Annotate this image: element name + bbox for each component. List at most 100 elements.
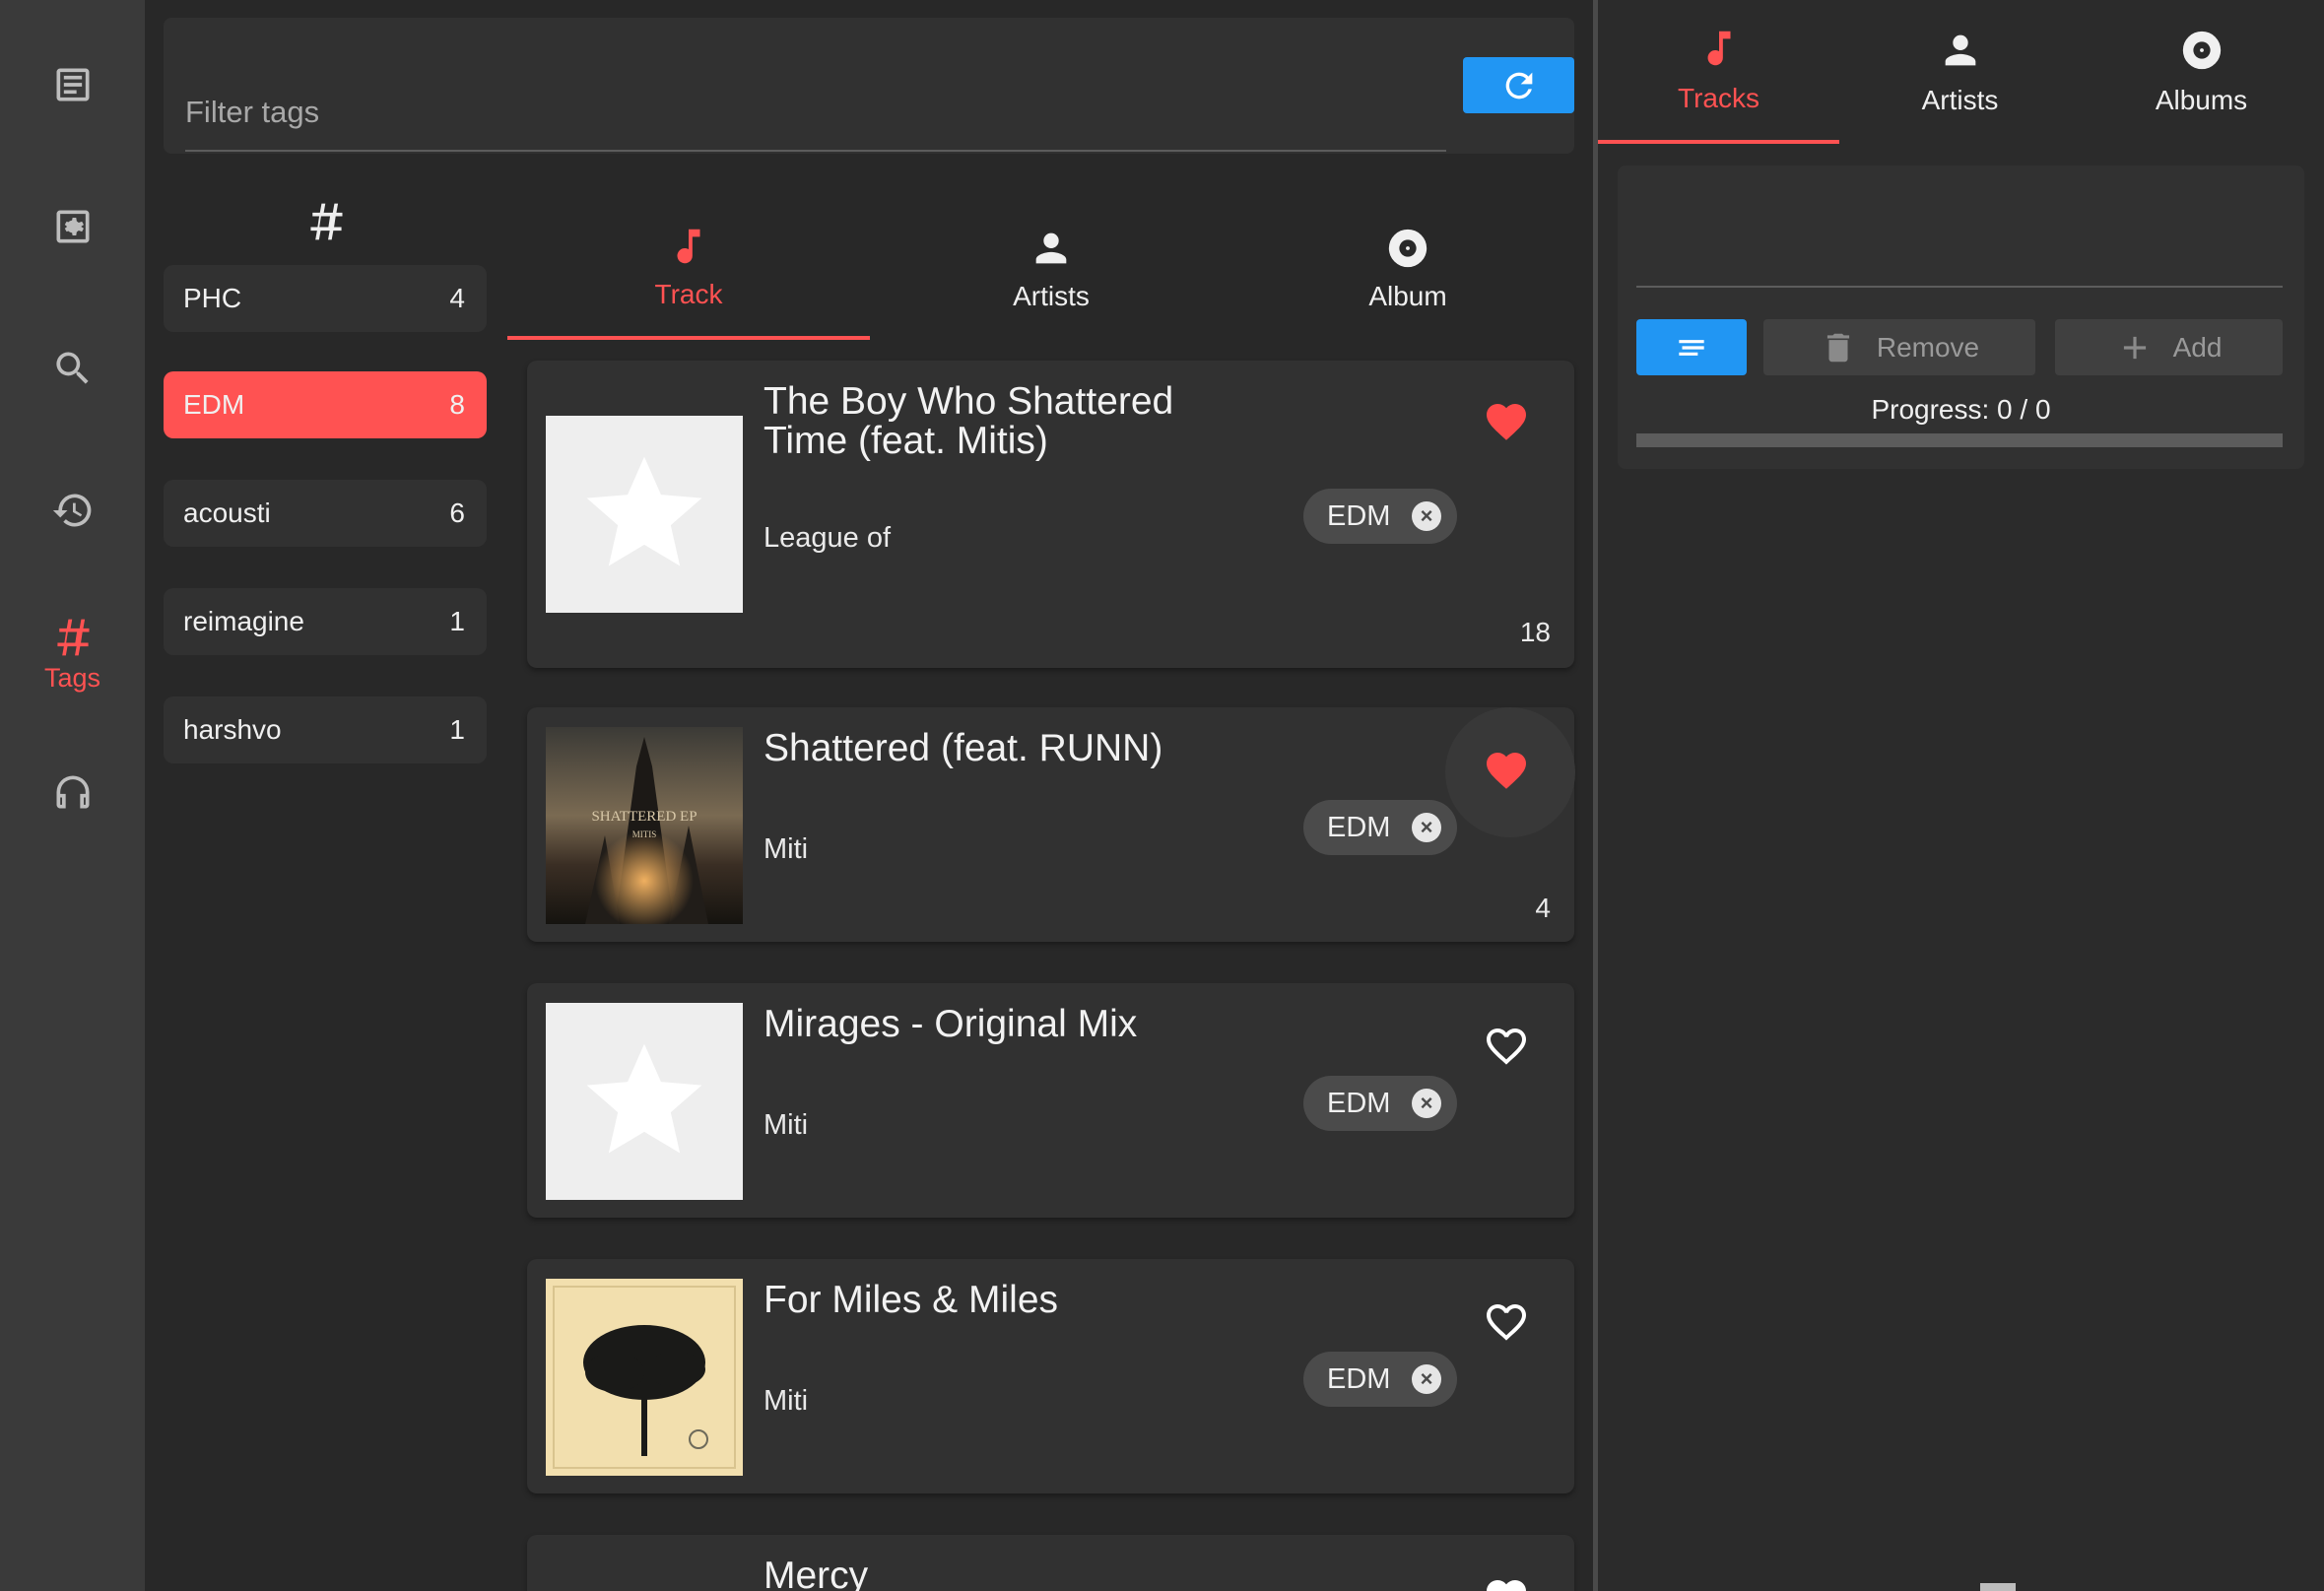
tab-tracks[interactable]: Tracks <box>1598 0 1839 144</box>
play-count: 4 <box>1535 893 1551 923</box>
tag-chip: EDM × <box>1303 1352 1457 1407</box>
track-title[interactable]: The Boy Who Shattered Time (feat. Mitis) <box>764 382 1187 461</box>
album-cover <box>546 1279 743 1476</box>
album-cover: SHATTERED EP MITIS <box>546 727 743 924</box>
track-title[interactable]: Mirages - Original Mix <box>764 1005 1276 1044</box>
tag-count: 1 <box>449 606 465 636</box>
heart-outline-icon <box>1487 1304 1526 1341</box>
disc-icon <box>2182 31 2221 70</box>
heart-filled-icon <box>1487 404 1526 440</box>
queue-card: Remove Add Progress: 0 / 0 <box>1618 166 2304 469</box>
tag-item-edm[interactable]: EDM 8 <box>164 371 487 438</box>
like-button[interactable] <box>1483 1574 1530 1591</box>
disc-icon <box>1388 229 1428 267</box>
nav-search[interactable] <box>0 309 145 428</box>
track-card[interactable]: Mirages - Original Mix Miti EDM × <box>527 983 1574 1218</box>
tag-name: reimagine <box>183 606 304 636</box>
track-card[interactable]: Mercy <box>527 1535 1574 1591</box>
tag-item-harshvo[interactable]: harshvo 1 <box>164 696 487 763</box>
music-note-icon <box>1707 31 1730 66</box>
track-card[interactable]: For Miles & Miles Miti EDM × <box>527 1259 1574 1493</box>
tag-chip-label: EDM <box>1327 1362 1391 1395</box>
nav-history[interactable] <box>0 451 145 569</box>
person-icon <box>1945 34 1975 66</box>
track-card[interactable]: The Boy Who Shattered Time (feat. Mitis)… <box>527 361 1574 668</box>
shattered-ep-artwork: SHATTERED EP MITIS <box>546 727 743 924</box>
tab-artists-label: Artists <box>1921 85 1999 115</box>
tag-chip-label: EDM <box>1327 811 1391 843</box>
nav-headphones[interactable] <box>0 733 145 851</box>
tag-count: 8 <box>449 389 465 420</box>
sort-icon <box>1679 339 1704 356</box>
tab-artists[interactable]: Artists <box>1839 0 2081 144</box>
tag-list: PHC 4 EDM 8 acousti 6 reimagine 1 harshv… <box>164 187 489 763</box>
album-cover <box>546 1003 743 1200</box>
tab-track[interactable]: Track <box>507 197 870 340</box>
track-artist[interactable]: League of <box>764 522 891 555</box>
track-title[interactable]: Shattered (feat. RUNN) <box>764 729 1187 768</box>
sort-button[interactable] <box>1636 319 1747 375</box>
queue-input[interactable] <box>1636 175 2283 288</box>
tag-name: EDM <box>183 389 245 420</box>
like-button[interactable] <box>1483 1023 1530 1070</box>
hash-icon <box>56 619 89 655</box>
heart-outline-icon <box>1487 1028 1526 1065</box>
track-title[interactable]: Mercy <box>764 1557 1187 1591</box>
tab-albums[interactable]: Albums <box>2081 0 2322 144</box>
music-note-icon <box>677 229 700 263</box>
tab-track-label: Track <box>654 278 723 309</box>
refresh-icon <box>1505 72 1532 99</box>
tag-chip: EDM × <box>1303 800 1457 855</box>
like-button[interactable] <box>1483 747 1530 794</box>
track-title[interactable]: For Miles & Miles <box>764 1281 1276 1320</box>
filter-tags-input[interactable] <box>185 67 1446 152</box>
cover-artist-text: MITIS <box>632 829 657 839</box>
tag-chip-label: EDM <box>1327 1087 1391 1119</box>
track-artist[interactable]: Miti <box>764 1385 808 1418</box>
heart-filled-icon <box>1487 753 1526 789</box>
tag-item-phc[interactable]: PHC 4 <box>164 265 487 332</box>
nav-document[interactable] <box>0 26 145 144</box>
document-icon <box>56 68 89 101</box>
remove-tag-icon[interactable]: × <box>1412 813 1441 842</box>
track-artist[interactable]: Miti <box>764 1109 808 1142</box>
remove-tag-icon[interactable]: × <box>1412 1364 1441 1394</box>
track-artist[interactable]: Miti <box>764 833 808 866</box>
remove-tag-icon[interactable]: × <box>1412 1089 1441 1118</box>
star-placeholder-icon <box>586 1043 702 1154</box>
tag-chip: EDM × <box>1303 1076 1457 1131</box>
tag-item-acousti[interactable]: acousti 6 <box>164 480 487 547</box>
tree-artwork <box>546 1279 743 1476</box>
remove-tag-icon[interactable]: × <box>1412 501 1441 531</box>
tab-album[interactable]: Album <box>1227 197 1589 340</box>
progress-bar <box>1636 433 2283 447</box>
nav-tags[interactable]: Tags <box>0 595 145 713</box>
nav-settings[interactable] <box>0 167 145 286</box>
plus-icon <box>2123 336 2146 359</box>
tag-chip: EDM × <box>1303 489 1457 544</box>
like-button[interactable] <box>1483 1298 1530 1346</box>
scrollbar-thumb[interactable] <box>1980 1583 2016 1591</box>
tab-albums-label: Albums <box>2155 85 2248 115</box>
person-icon <box>1035 232 1067 263</box>
tag-count: 4 <box>449 283 465 313</box>
remove-button[interactable]: Remove <box>1763 319 2035 375</box>
filter-card <box>164 18 1574 154</box>
tag-name: acousti <box>183 497 271 528</box>
trash-icon <box>1826 333 1849 362</box>
headphones-icon <box>56 775 89 809</box>
settings-box-icon <box>56 210 89 243</box>
play-count: 18 <box>1519 617 1551 647</box>
refresh-button[interactable] <box>1463 57 1574 113</box>
history-icon <box>52 494 91 527</box>
tags-view: PHC 4 EDM 8 acousti 6 reimagine 1 harshv… <box>145 0 1593 1591</box>
tag-count: 6 <box>449 497 465 528</box>
add-button[interactable]: Add <box>2055 319 2283 375</box>
track-card[interactable]: SHATTERED EP MITIS Shattered (feat. RUNN… <box>527 707 1575 942</box>
content-tabs: Track Artists Album <box>507 197 1576 343</box>
tab-artists[interactable]: Artists <box>870 197 1232 340</box>
search-icon <box>55 352 89 384</box>
tag-item-reimagine[interactable]: reimagine 1 <box>164 588 487 655</box>
like-button[interactable] <box>1483 398 1530 445</box>
app-nav: Tags <box>0 0 145 1591</box>
